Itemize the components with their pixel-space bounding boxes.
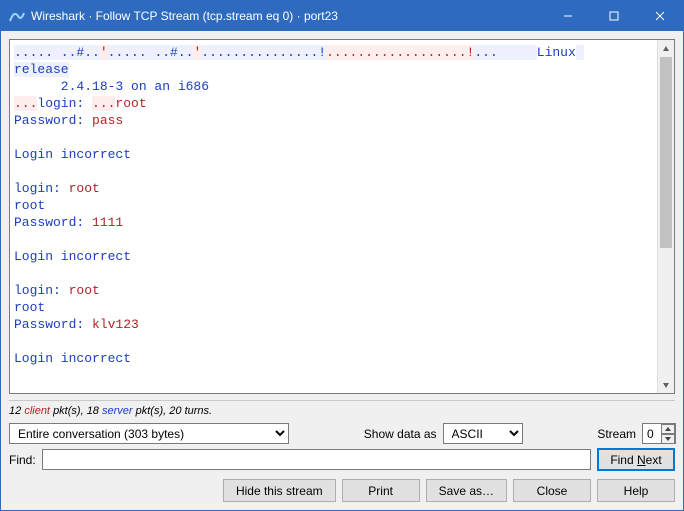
wireshark-icon xyxy=(9,8,25,24)
scroll-up-button[interactable] xyxy=(658,40,674,57)
turns-count: 20 xyxy=(169,405,181,417)
separator xyxy=(9,400,675,401)
find-row: Find: Find Next xyxy=(9,446,675,473)
server-bytes: ... xyxy=(474,45,536,60)
stream-label: Stream xyxy=(597,427,636,441)
status-line: 12 client pkt(s), 18 server pkt(s), 20 t… xyxy=(9,403,675,421)
scroll-track[interactable] xyxy=(658,57,674,376)
server-bytes: ..... ..#.. xyxy=(14,45,100,60)
scroll-down-button[interactable] xyxy=(658,376,674,393)
server-bytes: ..... ..#.. xyxy=(108,45,194,60)
options-row: Entire conversation (303 bytes) Show dat… xyxy=(9,421,675,446)
scroll-thumb[interactable] xyxy=(660,57,672,248)
close-button[interactable] xyxy=(637,1,683,31)
show-as-label: Show data as xyxy=(364,427,437,441)
hide-stream-button[interactable]: Hide this stream xyxy=(223,479,336,502)
client-bytes: pass xyxy=(92,113,123,128)
bottom-button-row: Hide this stream Print Save as… Close He… xyxy=(9,473,675,502)
client-bytes: root xyxy=(115,96,146,111)
titlebar: Wireshark · Follow TCP Stream (tcp.strea… xyxy=(1,1,683,31)
find-next-rest: ext xyxy=(646,453,662,467)
client-bytes: 1111 xyxy=(92,215,123,230)
server-bytes: login: xyxy=(37,96,92,111)
status-tail: turns. xyxy=(185,405,213,417)
save-as-button[interactable]: Save as… xyxy=(426,479,507,502)
find-next-pre: Find xyxy=(610,453,637,467)
client-bytes: root xyxy=(69,283,100,298)
server-bytes: Password: xyxy=(14,113,92,128)
server-bytes: 2.4.18-3 on an i686 xyxy=(14,79,209,94)
client-bytes: ..................! xyxy=(326,45,474,60)
stream-content[interactable]: ..... ..#..'..... ..#..'...............!… xyxy=(10,40,657,393)
help-button[interactable]: Help xyxy=(597,479,675,502)
scrollbar[interactable] xyxy=(657,40,674,393)
client-bytes: root xyxy=(69,181,100,196)
client-bytes: ' xyxy=(100,45,108,60)
window-title: Wireshark · Follow TCP Stream (tcp.strea… xyxy=(31,9,545,23)
server-bytes: root Password: xyxy=(14,300,92,332)
status-mid2: pkt(s), xyxy=(136,405,170,417)
find-next-button[interactable]: Find Next xyxy=(597,448,675,471)
client-area: ..... ..#..'..... ..#..'...............!… xyxy=(1,31,683,510)
show-as-select[interactable]: ASCII xyxy=(443,423,523,444)
stream-spinner[interactable] xyxy=(642,423,675,444)
client-word: client xyxy=(24,405,50,417)
conversation-select[interactable]: Entire conversation (303 bytes) xyxy=(9,423,289,444)
find-next-accel: N xyxy=(637,453,646,467)
status-mid1: pkt(s), xyxy=(53,405,87,417)
client-bytes: klv123 xyxy=(92,317,139,332)
client-bytes: ... xyxy=(14,96,37,111)
server-bytes: root Password: xyxy=(14,198,92,230)
client-pkts-count: 12 xyxy=(9,405,21,417)
minimize-button[interactable] xyxy=(545,1,591,31)
client-bytes: ... xyxy=(92,96,115,111)
window-buttons xyxy=(545,1,683,31)
print-button[interactable]: Print xyxy=(342,479,420,502)
find-input[interactable] xyxy=(42,449,591,470)
stream-up-button[interactable] xyxy=(661,424,675,434)
server-bytes: release xyxy=(14,62,69,77)
server-bytes xyxy=(576,45,584,60)
wireshark-window: Wireshark · Follow TCP Stream (tcp.strea… xyxy=(0,0,684,511)
find-label: Find: xyxy=(9,453,36,467)
maximize-button[interactable] xyxy=(591,1,637,31)
server-bytes: Login incorrect xyxy=(14,351,131,366)
server-bytes: ...............! xyxy=(201,45,326,60)
stream-box: ..... ..#..'..... ..#..'...............!… xyxy=(9,39,675,394)
stream-down-button[interactable] xyxy=(661,434,675,444)
server-bytes: Linux xyxy=(537,45,576,60)
server-word: server xyxy=(102,405,133,417)
close-dialog-button[interactable]: Close xyxy=(513,479,591,502)
server-pkts-count: 18 xyxy=(87,405,99,417)
